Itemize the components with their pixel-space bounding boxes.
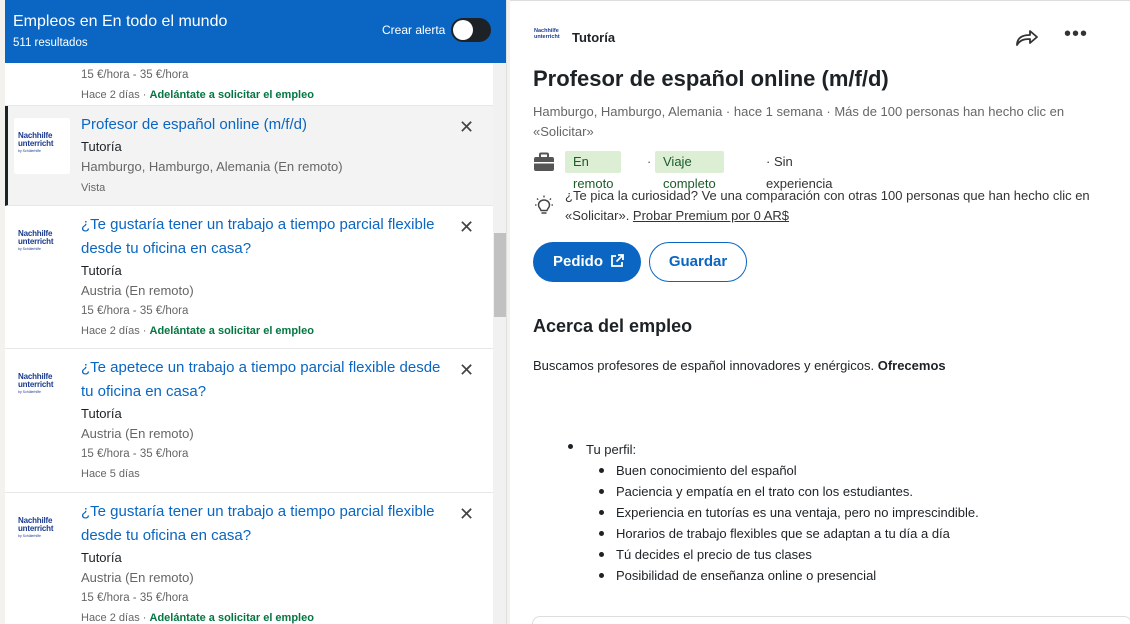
early-apply-badge: Adelántate a solicitar el empleo <box>149 89 314 101</box>
profile-item: Tú decides el precio de tus clases <box>599 546 979 567</box>
profile-item: Posibilidad de enseñanza online o presen… <box>599 567 979 588</box>
company-logo-sub: by Schülerhilfe <box>18 534 41 538</box>
company-logo[interactable]: Nachhilfe unterricht <box>534 27 562 49</box>
company-logo-text: Nachhilfe unterricht <box>18 131 54 148</box>
toggle-knob <box>453 20 473 40</box>
job-posted-line: Hace 2 días · Adelántate a solicitar el … <box>81 612 314 624</box>
about-job-heading: Acerca del empleo <box>533 316 693 336</box>
job-description: Buscamos profesores de español innovador… <box>533 358 946 373</box>
job-posted-line: Hace 2 días · Adelántate a solicitar el … <box>81 89 314 101</box>
try-premium-link[interactable]: Probar Premium por 0 AR$ <box>633 208 789 223</box>
job-posted: Hace 2 días <box>81 325 140 337</box>
scrollbar-thumb[interactable] <box>494 233 506 317</box>
job-salary: 15 €/hora - 35 €/hora <box>81 592 189 604</box>
job-card[interactable]: Nachhilfe unterricht by Schülerhilfe ¿Te … <box>5 206 493 349</box>
next-section-card <box>532 616 1130 624</box>
job-list-scrollbar[interactable] <box>493 63 506 624</box>
external-link-icon <box>611 254 624 267</box>
create-alert-label: Crear alerta <box>382 23 446 37</box>
job-list: 15 €/hora - 35 €/hora Hace 2 días · Adel… <box>5 63 493 624</box>
apply-button[interactable]: Pedido <box>533 242 641 282</box>
job-posted-line: Hace 2 días · Adelántate a solicitar el … <box>81 325 314 337</box>
company-logo-text: Nachhilfe unterricht <box>18 516 54 533</box>
full-time-tag: Viaje completo <box>655 151 724 191</box>
company-logo-text: Nachhilfe unterricht <box>18 229 54 246</box>
profile-item: Experiencia en tutorías es una ventaja, … <box>599 504 979 525</box>
job-title: Profesor de español online (m/f/d) <box>533 66 889 91</box>
more-options-icon[interactable]: ••• <box>1064 23 1088 46</box>
share-icon[interactable] <box>1014 27 1040 49</box>
bullet <box>568 444 573 449</box>
lightbulb-icon <box>535 195 553 214</box>
job-posted: Hace 2 días <box>81 89 140 101</box>
job-list-panel: Empleos en En todo el mundo 511 resultad… <box>5 0 507 624</box>
company-logo: Nachhilfe unterricht by Schülerhilfe <box>14 503 70 559</box>
app-root: Empleos en En todo el mundo 511 resultad… <box>0 0 1130 624</box>
company-logo-sub: by Schülerhilfe <box>18 149 41 153</box>
company-logo: Nachhilfe unterricht by Schülerhilfe <box>14 118 70 174</box>
job-location: Austria (En remoto) <box>81 426 194 441</box>
dismiss-close-icon[interactable]: ✕ <box>459 117 474 138</box>
company-logo: Nachhilfe unterricht by Schülerhilfe <box>14 359 70 415</box>
dismiss-close-icon[interactable]: ✕ <box>459 217 474 238</box>
job-company: Tutoría <box>81 406 122 421</box>
job-status: Vista <box>81 182 106 194</box>
dismiss-close-icon[interactable]: ✕ <box>459 360 474 381</box>
profile-item: Buen conocimiento del español <box>599 462 979 483</box>
profile-item: Paciencia y empatía en el trato con los … <box>599 483 979 504</box>
company-logo-sub: by Schülerhilfe <box>18 247 41 251</box>
job-salary: 15 €/hora - 35 €/hora <box>81 448 189 460</box>
job-location: Austria (En remoto) <box>81 283 194 298</box>
company-logo: Nachhilfe unterricht by Schülerhilfe <box>14 216 70 272</box>
job-salary: 15 €/hora - 35 €/hora <box>81 305 189 317</box>
job-card[interactable]: Nachhilfe unterricht by Schülerhilfe ¿Te … <box>5 493 493 624</box>
company-name-link[interactable]: Tutoría <box>572 30 615 45</box>
job-card[interactable]: Nachhilfe unterricht by Schülerhilfe ¿Te … <box>5 349 493 493</box>
profile-label: Tu perfil: <box>586 442 637 457</box>
job-title-link[interactable]: ¿Te gustaría tener un trabajo a tiempo p… <box>81 213 441 261</box>
job-posted: Hace 5 días <box>81 468 140 480</box>
apply-button-label: Pedido <box>553 253 604 270</box>
description-bold: Ofrecemos <box>877 358 946 373</box>
separator: · <box>142 325 147 337</box>
description-text: Buscamos profesores de español innovador… <box>533 358 878 373</box>
job-detail-panel: Nachhilfe unterricht Tutoría ••• Profesor… <box>510 0 1130 624</box>
profile-list: Buen conocimiento del español Paciencia … <box>599 462 979 588</box>
job-list-title: Empleos en En todo el mundo <box>13 13 228 30</box>
results-count: 511 resultados <box>13 37 88 49</box>
job-title-link[interactable]: ¿Te gustaría tener un trabajo a tiempo p… <box>81 500 441 548</box>
job-title-link[interactable]: ¿Te apetece un trabajo a tiempo parcial … <box>81 356 441 404</box>
briefcase-icon <box>534 152 554 171</box>
job-location: Hamburgo, Hamburgo, Alemania (En remoto) <box>81 159 343 174</box>
dismiss-close-icon[interactable]: ✕ <box>459 504 474 525</box>
job-posted: Hace 2 días <box>81 612 140 624</box>
company-logo-sub: by Schülerhilfe <box>18 390 41 394</box>
separator: · <box>142 89 147 101</box>
job-location: Austria (En remoto) <box>81 570 194 585</box>
job-company: Tutoría <box>81 263 122 278</box>
company-logo-text: Nachhilfe unterricht <box>18 372 54 389</box>
job-meta: Hamburgo, Hamburgo, Alemania · hace 1 se… <box>533 104 1065 139</box>
job-company: Tutoría <box>81 550 122 565</box>
experience-level: · Sin experiencia <box>766 154 833 191</box>
job-card-active[interactable]: Nachhilfe unterricht by Schülerhilfe Prof… <box>5 106 493 206</box>
early-apply-badge: Adelántate a solicitar el empleo <box>149 325 314 337</box>
divider <box>510 0 1130 1</box>
separator: · <box>142 612 147 624</box>
job-title-link[interactable]: Profesor de español online (m/f/d) <box>81 113 441 137</box>
profile-item: Horarios de trabajo flexibles que se ada… <box>599 525 979 546</box>
job-card[interactable]: 15 €/hora - 35 €/hora Hace 2 días · Adel… <box>5 63 493 106</box>
premium-insight: ¿Te pica la curiosidad? Ve una comparaci… <box>565 186 1115 226</box>
job-salary: 15 €/hora - 35 €/hora <box>81 69 189 81</box>
early-apply-badge: Adelántate a solicitar el empleo <box>149 612 314 624</box>
remote-tag: En remoto <box>565 151 622 191</box>
job-company: Tutoría <box>81 139 122 154</box>
separator: · <box>647 154 652 169</box>
job-list-header: Empleos en En todo el mundo 511 resultad… <box>5 0 506 63</box>
company-logo-text: Nachhilfe unterricht <box>534 28 560 40</box>
save-button[interactable]: Guardar <box>649 242 747 282</box>
create-alert-toggle[interactable] <box>451 18 491 42</box>
